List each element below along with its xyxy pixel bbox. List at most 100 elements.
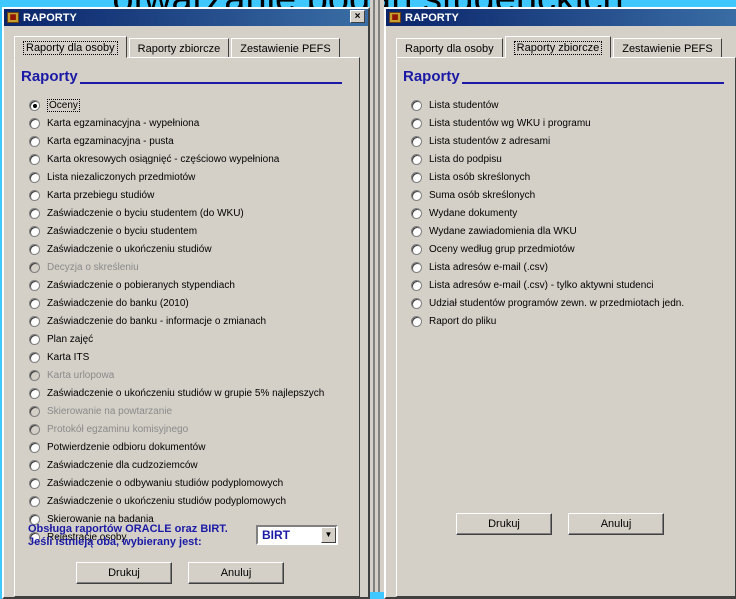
report-option-label: Lista adresów e-mail (.csv) - tylko akty… <box>429 279 654 291</box>
window-title: RAPORTY <box>405 11 459 24</box>
radio-button <box>29 369 40 381</box>
radio-button[interactable] <box>29 207 40 219</box>
cancel-button[interactable]: Anuluj <box>188 562 284 584</box>
radio-button[interactable] <box>411 207 422 219</box>
radio-button[interactable] <box>29 189 40 201</box>
radio-button[interactable] <box>29 459 40 471</box>
radio-button[interactable] <box>411 279 422 291</box>
report-option[interactable]: Zaświadczenie o odbywaniu studiów podypl… <box>29 474 324 492</box>
radio-button[interactable] <box>29 243 40 255</box>
radio-button[interactable] <box>411 261 422 273</box>
report-option[interactable]: Zaświadczenie o byciu studentem (do WKU) <box>29 204 324 222</box>
chevron-down-icon[interactable]: ▼ <box>321 527 336 543</box>
radio-button[interactable] <box>411 189 422 201</box>
radio-button[interactable] <box>411 297 422 309</box>
radio-button[interactable] <box>29 315 40 327</box>
report-option[interactable]: Karta egzaminacyjna - pusta <box>29 132 324 150</box>
tab-label: Raporty dla osoby <box>405 43 494 55</box>
report-option-label: Lista studentów <box>429 99 499 111</box>
tab-panel: Raporty Lista studentów Lista studentów w… <box>396 57 736 597</box>
radio-button[interactable] <box>411 315 422 327</box>
report-option[interactable]: Zaświadczenie o ukończeniu studiów w gru… <box>29 384 324 402</box>
radio-button[interactable] <box>29 153 40 165</box>
report-option[interactable]: Oceny według grup przedmiotów <box>411 240 684 258</box>
report-option[interactable]: Udział studentów programów zewn. w przed… <box>411 294 684 312</box>
report-option[interactable]: Lista do podpisu <box>411 150 684 168</box>
radio-button[interactable] <box>29 477 40 489</box>
tab-zestawienie-pefs[interactable]: Zestawienie PEFS <box>613 38 722 58</box>
radio-button[interactable] <box>29 171 40 183</box>
radio-button[interactable] <box>29 333 40 345</box>
report-option[interactable]: Lista adresów e-mail (.csv) - tylko akty… <box>411 276 684 294</box>
report-option[interactable]: Zaświadczenie o ukończeniu studiów podyp… <box>29 492 324 510</box>
radio-button[interactable] <box>29 279 40 291</box>
radio-button[interactable] <box>29 135 40 147</box>
radio-button[interactable] <box>29 495 40 507</box>
radio-button[interactable] <box>411 117 422 129</box>
report-option[interactable]: Karta okresowych osiągnięć - częściowo w… <box>29 150 324 168</box>
tab-raporty-zbiorcze[interactable]: Raporty zbiorcze <box>128 38 230 58</box>
title-bar[interactable]: ▦ RAPORTY × <box>4 9 368 26</box>
tab-raporty-dla-osoby[interactable]: Raporty dla osoby <box>14 36 127 58</box>
tab-strip: Raporty dla osoby Raporty zbiorcze Zestawi… <box>14 36 342 58</box>
cancel-button[interactable]: Anuluj <box>568 513 664 535</box>
report-option-label: Zaświadczenie do banku (2010) <box>47 297 189 309</box>
radio-button[interactable] <box>29 297 40 309</box>
report-option[interactable]: Zaświadczenie do banku - informacje o zm… <box>29 312 324 330</box>
report-option-label: Plan zajęć <box>47 333 94 345</box>
report-option: Decyzja o skreśleniu <box>29 258 324 276</box>
report-option[interactable]: Zaświadczenie o ukończeniu studiów <box>29 240 324 258</box>
report-option[interactable]: Zaświadczenie dla cudzoziemców <box>29 456 324 474</box>
report-option[interactable]: Karta egzaminacyjna - wypełniona <box>29 114 324 132</box>
report-options-list: Lista studentów Lista studentów wg WKU i … <box>411 96 684 330</box>
report-option[interactable]: Suma osób skreślonych <box>411 186 684 204</box>
radio-button[interactable] <box>411 153 422 165</box>
radio-button[interactable] <box>29 351 40 363</box>
radio-button[interactable] <box>411 135 422 147</box>
tab-label: Raporty zbiorcze <box>137 43 221 55</box>
report-option[interactable]: Zaświadczenie do banku (2010) <box>29 294 324 312</box>
radio-button[interactable] <box>29 117 40 129</box>
report-option[interactable]: Karta przebiegu studiów <box>29 186 324 204</box>
radio-button[interactable] <box>411 225 422 237</box>
radio-button[interactable] <box>411 171 422 183</box>
print-button[interactable]: Drukuj <box>456 513 552 535</box>
report-option[interactable]: Plan zajęć <box>29 330 324 348</box>
report-option: Skierowanie na powtarzanie <box>29 402 324 420</box>
report-option-label: Zaświadczenie o byciu studentem <box>47 225 198 237</box>
tab-raporty-zbiorcze[interactable]: Raporty zbiorcze <box>504 36 612 58</box>
radio-button[interactable] <box>29 387 40 399</box>
radio-button[interactable] <box>29 225 40 237</box>
report-option-label: Lista niezaliczonych przedmiotów <box>47 171 196 183</box>
report-option[interactable]: Lista osób skreślonych <box>411 168 684 186</box>
tab-raporty-dla-osoby[interactable]: Raporty dla osoby <box>396 38 503 58</box>
report-option[interactable]: Lista studentów z adresami <box>411 132 684 150</box>
close-button[interactable]: × <box>350 10 365 23</box>
report-option[interactable]: Oceny <box>29 96 324 114</box>
report-option[interactable]: Wydane dokumenty <box>411 204 684 222</box>
tab-zestawienie-pefs[interactable]: Zestawienie PEFS <box>231 38 340 58</box>
report-option[interactable]: Zaświadczenie o pobieranych stypendiach <box>29 276 324 294</box>
report-option[interactable]: Zaświadczenie o byciu studentem <box>29 222 324 240</box>
report-option-label: Decyzja o skreśleniu <box>47 261 139 273</box>
section-title: Raporty <box>403 68 724 85</box>
report-option[interactable]: Lista studentów <box>411 96 684 114</box>
radio-button[interactable] <box>411 243 422 255</box>
report-option[interactable]: Raport do pliku <box>411 312 684 330</box>
report-option-label: Oceny według grup przedmiotów <box>429 243 575 255</box>
report-option[interactable]: Lista niezaliczonych przedmiotów <box>29 168 324 186</box>
report-option[interactable]: Wydane zawiadomienia dla WKU <box>411 222 684 240</box>
title-bar[interactable]: ▦ RAPORTY <box>386 9 736 26</box>
report-option[interactable]: Lista adresów e-mail (.csv) <box>411 258 684 276</box>
report-option: Karta urlopowa <box>29 366 324 384</box>
radio-button[interactable] <box>29 99 40 111</box>
report-option[interactable]: Potwierdzenie odbioru dokumentów <box>29 438 324 456</box>
report-option-label: Karta przebiegu studiów <box>47 189 155 201</box>
radio-button[interactable] <box>29 441 40 453</box>
report-option[interactable]: Lista studentów wg WKU i programu <box>411 114 684 132</box>
print-button[interactable]: Drukuj <box>76 562 172 584</box>
tab-label: Zestawienie PEFS <box>622 43 713 55</box>
radio-button[interactable] <box>411 99 422 111</box>
engine-select[interactable]: BIRT ▼ <box>256 525 338 545</box>
report-option[interactable]: Karta ITS <box>29 348 324 366</box>
